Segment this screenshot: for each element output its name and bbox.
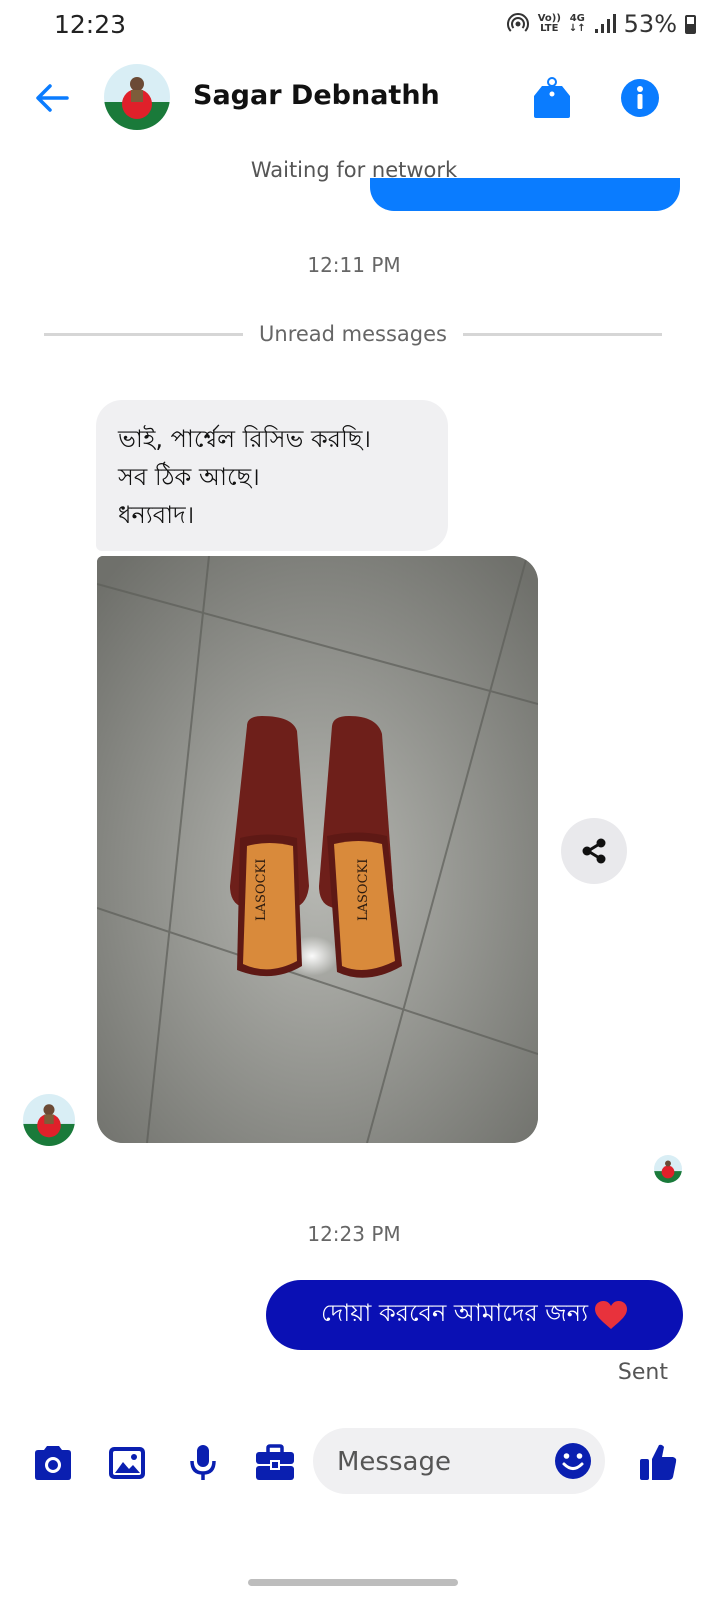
emoji-icon bbox=[555, 1443, 591, 1479]
message-timestamp: 12:23 PM bbox=[307, 1222, 401, 1246]
avatar-image bbox=[23, 1094, 75, 1146]
contact-avatar[interactable] bbox=[104, 64, 170, 130]
seen-receipt-avatar bbox=[654, 1155, 682, 1183]
network-activity-arrows: ↓↑ bbox=[568, 23, 586, 34]
message-line: সব ঠিক আছে। bbox=[118, 463, 260, 491]
voice-button[interactable] bbox=[180, 1440, 226, 1486]
back-button[interactable] bbox=[28, 76, 76, 120]
sent-status: Sent bbox=[617, 1360, 668, 1385]
gallery-icon bbox=[109, 1447, 145, 1479]
divider-line bbox=[462, 332, 662, 336]
shop-button[interactable] bbox=[532, 76, 572, 120]
briefcase-icon bbox=[256, 1444, 294, 1480]
message-input[interactable] bbox=[335, 1428, 549, 1496]
battery-percentage: 53% bbox=[623, 10, 677, 38]
battery-icon bbox=[685, 14, 696, 34]
previous-outgoing-bubble[interactable] bbox=[370, 178, 680, 211]
back-arrow-icon bbox=[36, 84, 69, 112]
thumbs-up-icon bbox=[640, 1444, 677, 1480]
incoming-photo[interactable]: LASOCKI LASOCKI bbox=[97, 556, 538, 1143]
volte-indicator: Vo)) LTE bbox=[538, 14, 561, 34]
brand-label-right: LASOCKI bbox=[356, 859, 371, 921]
camera-button[interactable] bbox=[30, 1440, 76, 1486]
message-line: ভাই, পার্শ্বেল রিসিভ করছি। bbox=[118, 425, 371, 453]
contact-name[interactable]: Sagar Debnathh bbox=[193, 80, 440, 111]
info-icon bbox=[621, 79, 659, 117]
outgoing-message-text: দোয়া করবেন আমাদের জন্য bbox=[320, 1299, 589, 1327]
gallery-button[interactable] bbox=[104, 1440, 150, 1486]
message-line: ধন্যবাদ। bbox=[118, 501, 195, 529]
shopping-bag-icon bbox=[534, 77, 570, 118]
avatar-image bbox=[104, 64, 170, 130]
like-button[interactable] bbox=[632, 1436, 684, 1488]
volte-bottom: LTE bbox=[540, 23, 559, 34]
message-field[interactable] bbox=[313, 1428, 605, 1496]
hotspot-icon bbox=[506, 13, 529, 32]
camera-icon bbox=[35, 1446, 71, 1480]
signal-icon bbox=[594, 14, 616, 33]
status-time: 12:23 bbox=[54, 10, 127, 39]
share-button[interactable] bbox=[561, 818, 627, 884]
message-timestamp: 12:11 PM bbox=[307, 253, 401, 277]
home-indicator[interactable] bbox=[248, 1579, 458, 1586]
sender-avatar[interactable] bbox=[23, 1094, 75, 1146]
network-type: 4G ↓↑ bbox=[569, 14, 586, 34]
avatar-image bbox=[654, 1155, 682, 1183]
red-heart-icon bbox=[594, 1300, 628, 1330]
emoji-button[interactable] bbox=[553, 1441, 593, 1481]
business-tools-button[interactable] bbox=[252, 1440, 298, 1486]
shoes-photo: LASOCKI LASOCKI bbox=[97, 556, 538, 1143]
unread-divider: Unread messages bbox=[44, 320, 662, 348]
incoming-message-bubble[interactable]: ভাই, পার্শ্বেল রিসিভ করছি। সব ঠিক আছে। ধ… bbox=[96, 400, 448, 551]
divider-line bbox=[44, 332, 244, 336]
brand-label-left: LASOCKI bbox=[254, 859, 269, 921]
info-button[interactable] bbox=[618, 76, 662, 120]
outgoing-message-bubble[interactable]: দোয়া করবেন আমাদের জন্য bbox=[266, 1280, 683, 1350]
status-icons: Vo)) LTE 4G ↓↑ 53% bbox=[506, 10, 696, 38]
unread-label: Unread messages bbox=[259, 322, 447, 346]
share-icon bbox=[582, 838, 606, 864]
microphone-icon bbox=[190, 1445, 216, 1480]
